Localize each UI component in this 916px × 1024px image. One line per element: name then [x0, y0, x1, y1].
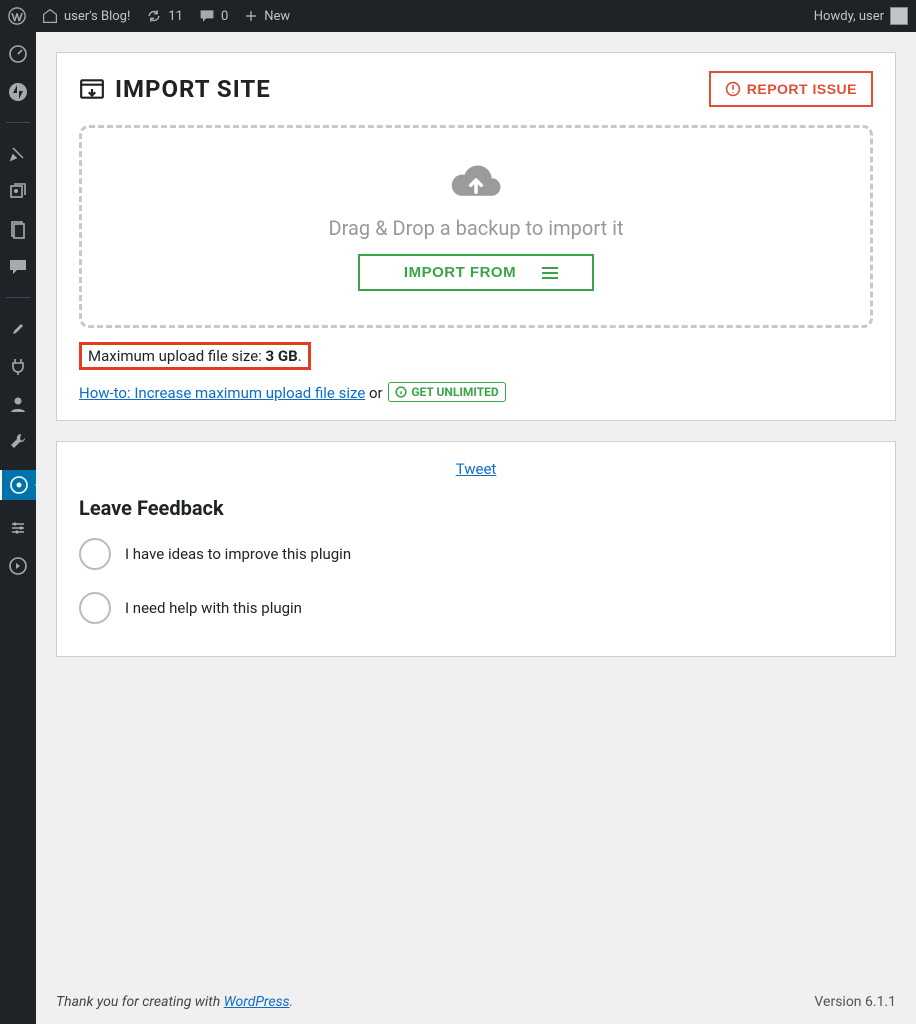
import-from-label: IMPORT FROM [404, 264, 516, 281]
new-link[interactable]: New [236, 0, 298, 32]
max-upload-highlight: Maximum upload file size: 3 GB. [79, 342, 311, 370]
tweet-row: Tweet [79, 460, 873, 478]
menu-appearance-icon[interactable] [8, 318, 28, 338]
version-text: Version 6.1.1 [814, 994, 896, 1010]
updates-count: 11 [168, 9, 183, 24]
menu-plugins-icon[interactable] [8, 356, 28, 376]
footer-bar: Thank you for creating with WordPress. V… [56, 982, 896, 1024]
drop-zone[interactable]: Drag & Drop a backup to import it IMPORT… [79, 125, 873, 328]
alert-icon [725, 81, 741, 97]
wp-logo[interactable] [0, 0, 34, 32]
import-panel: IMPORT SITE REPORT ISSUE Drag & Drop a b… [56, 52, 896, 421]
admin-bar: user's Blog! 11 0 New Howdy, user [0, 0, 916, 32]
comments-link[interactable]: 0 [191, 0, 236, 32]
menu-tools-icon[interactable] [8, 432, 28, 452]
admin-menu-collapsed [0, 32, 36, 1024]
feedback-option-ideas-label: I have ideas to improve this plugin [125, 545, 351, 563]
import-site-icon [79, 76, 105, 102]
radio-icon [79, 538, 111, 570]
max-upload-suffix: . [298, 347, 302, 365]
get-unlimited-button[interactable]: GET UNLIMITED [388, 382, 505, 402]
menu-migration-icon[interactable] [0, 470, 36, 500]
hamburger-icon [542, 267, 558, 279]
menu-posts-icon[interactable] [8, 143, 28, 163]
menu-comments-icon[interactable] [8, 257, 28, 277]
updates-link[interactable]: 11 [138, 0, 191, 32]
feedback-option-help-label: I need help with this plugin [125, 599, 302, 617]
menu-collapse-icon[interactable] [8, 556, 28, 576]
drop-zone-text: Drag & Drop a backup to import it [329, 216, 624, 240]
import-from-button[interactable]: IMPORT FROM [358, 254, 594, 291]
tweet-link[interactable]: Tweet [456, 460, 497, 478]
max-upload-prefix: Maximum upload file size: [88, 347, 266, 365]
or-text: or [365, 384, 386, 402]
feedback-heading: Leave Feedback [79, 496, 873, 520]
title-bar: IMPORT SITE REPORT ISSUE [79, 71, 873, 107]
howto-line: How-to: Increase maximum upload file siz… [79, 382, 873, 402]
max-upload-value: 3 GB [266, 347, 298, 365]
feedback-option-help[interactable]: I need help with this plugin [79, 592, 873, 624]
menu-settings-icon[interactable] [8, 518, 28, 538]
feedback-panel: Tweet Leave Feedback I have ideas to imp… [56, 441, 896, 657]
menu-separator [6, 122, 30, 123]
menu-users-icon[interactable] [8, 394, 28, 414]
page-title-text: IMPORT SITE [115, 75, 271, 103]
avatar [890, 7, 908, 25]
howdy-text: Howdy, user [814, 9, 884, 24]
howdy-account[interactable]: Howdy, user [806, 0, 916, 32]
site-link[interactable]: user's Blog! [34, 0, 138, 32]
feedback-option-ideas[interactable]: I have ideas to improve this plugin [79, 538, 873, 570]
site-name: user's Blog! [64, 9, 130, 24]
footer-thanks: Thank you for creating with WordPress. [56, 994, 293, 1010]
comments-count: 0 [221, 9, 228, 24]
report-issue-button[interactable]: REPORT ISSUE [709, 71, 873, 107]
menu-jetpack-icon[interactable] [8, 82, 28, 102]
menu-pages-icon[interactable] [8, 219, 28, 239]
info-circle-icon [395, 386, 407, 398]
howto-link[interactable]: How-to: Increase maximum upload file siz… [79, 384, 365, 402]
get-unlimited-label: GET UNLIMITED [411, 385, 498, 399]
menu-separator [6, 297, 30, 298]
cloud-upload-icon [448, 158, 504, 202]
menu-media-icon[interactable] [8, 181, 28, 201]
new-label: New [264, 9, 290, 24]
wordpress-link[interactable]: WordPress [224, 994, 290, 1010]
page-title: IMPORT SITE [79, 75, 271, 103]
content-area: IMPORT SITE REPORT ISSUE Drag & Drop a b… [36, 32, 916, 1024]
radio-icon [79, 592, 111, 624]
report-issue-label: REPORT ISSUE [747, 81, 857, 97]
menu-dashboard-icon[interactable] [8, 44, 28, 64]
